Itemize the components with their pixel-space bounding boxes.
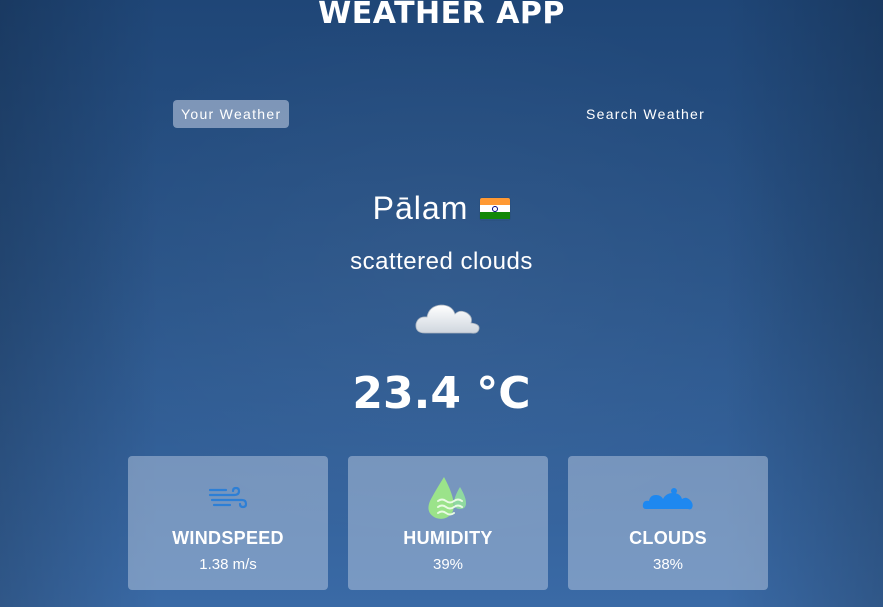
temperature: 23.4 °C <box>352 368 531 419</box>
app-title: WEATHER APP <box>318 0 565 31</box>
city-name: Pālam <box>372 190 469 226</box>
clouds-value: 38% <box>652 556 684 573</box>
humidity-icon <box>428 477 466 519</box>
clouds-label: CLOUDS <box>629 528 707 548</box>
windspeed-value: 1.38 m/s <box>199 556 257 573</box>
clouds-icon <box>642 488 693 510</box>
location-row: Pālam <box>0 190 883 227</box>
humidity-card: HUMIDITY 39% <box>348 456 548 590</box>
cloud-icon <box>415 304 480 334</box>
humidity-value: 39% <box>432 556 464 573</box>
tab-search-weather[interactable]: Search Weather <box>578 100 713 128</box>
weather-description: scattered clouds <box>350 248 533 275</box>
humidity-label: HUMIDITY <box>403 528 493 548</box>
windspeed-card: WINDSPEED 1.38 m/s <box>128 456 328 590</box>
tab-your-weather[interactable]: Your Weather <box>173 100 290 128</box>
windspeed-label: WINDSPEED <box>172 528 284 548</box>
india-flag-icon <box>480 197 511 220</box>
wind-icon <box>208 486 248 509</box>
clouds-card: CLOUDS 38% <box>568 456 768 590</box>
